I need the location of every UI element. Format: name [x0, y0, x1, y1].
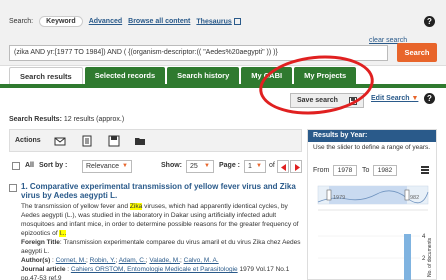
search-modes: Search: Keyword Advanced Browse all cont… — [9, 16, 241, 27]
results-summary-label: Search Results: — [9, 116, 62, 123]
results-toolbar: Save search Edit Search ▼ ? — [0, 88, 446, 112]
tab-search-history[interactable]: Search history — [167, 67, 240, 84]
page-label: Page : — [219, 162, 241, 169]
foreign-title-label: Foreign Title — [21, 239, 60, 246]
chevron-down-icon: ▼ — [256, 163, 262, 169]
tab-search-results[interactable]: Search results — [9, 67, 83, 84]
advanced-mode-link[interactable]: Advanced — [89, 18, 122, 25]
sort-label: Sort by : — [39, 162, 68, 169]
show-value: 25 — [190, 163, 198, 170]
actions-bar: Actions — [9, 129, 302, 152]
chevron-down-icon: ▼ — [411, 95, 419, 102]
slider-handle-right[interactable] — [404, 189, 410, 201]
abstract-text: The transmission of yellow fever and — [21, 203, 130, 210]
chevron-down-icon: ▼ — [204, 163, 210, 169]
search-label: Search: — [9, 18, 34, 25]
select-all-label: All — [25, 162, 34, 169]
to-label: To — [362, 167, 370, 174]
thesaurus-link[interactable]: Thesaurus — [196, 17, 241, 26]
year-panel-title: Results by Year: — [308, 130, 436, 142]
sort-value: Relevance — [86, 163, 120, 170]
result-checkbox[interactable] — [9, 184, 17, 192]
results-summary: Search Results: 12 results (approx.) — [9, 116, 124, 123]
next-page-button[interactable] — [290, 160, 302, 173]
folder-icon[interactable] — [134, 135, 146, 147]
y-tick-2: 2 — [422, 256, 426, 262]
y-axis-label: No. of documents — [427, 237, 433, 277]
browse-all-link[interactable]: Browse all content — [128, 18, 190, 25]
chevron-down-icon: ▼ — [122, 163, 128, 169]
help-icon[interactable]: ? — [424, 16, 435, 27]
actions-label: Actions — [15, 137, 41, 144]
sort-bar: All Sort by : Relevance ▼ Show: 25 ▼ Pag… — [9, 155, 302, 179]
help-icon-toolbar[interactable]: ? — [424, 93, 435, 104]
foreign-title-value: : Transmission experimentale comparee du… — [21, 239, 301, 255]
journal-link[interactable]: Cahiers ORSTOM, Entomologie Medicale et … — [71, 266, 238, 273]
tab-selected-records[interactable]: Selected records — [84, 67, 166, 84]
menu-icon[interactable] — [421, 166, 429, 174]
to-year-input[interactable]: 1982 — [373, 165, 397, 176]
search-button[interactable]: Search — [397, 43, 437, 62]
keyword-mode-button[interactable]: Keyword — [39, 16, 83, 27]
results-count: 12 results (approx.) — [63, 116, 125, 123]
year-range-row: From 1978 To 1982 — [313, 164, 433, 178]
slider-end-label: 982 — [410, 195, 419, 201]
slider-start-label: 1979 — [333, 195, 345, 201]
chevron-left-icon — [281, 164, 286, 171]
print-icon[interactable] — [81, 135, 93, 147]
search-panel: Search: Keyword Advanced Browse all cont… — [0, 0, 446, 66]
prev-page-button[interactable] — [277, 160, 289, 173]
year-bar — [404, 234, 411, 280]
result-abstract: The transmission of yellow fever and Zik… — [21, 202, 303, 238]
author-link[interactable]: Adam, C. — [119, 257, 146, 264]
journal-line: Journal article : Cahiers ORSTOM, Entomo… — [21, 266, 290, 280]
from-year-input[interactable]: 1978 — [333, 165, 357, 176]
email-icon[interactable] — [54, 135, 66, 147]
chevron-right-icon — [295, 164, 300, 171]
author-link[interactable]: Robin, Y. — [90, 257, 116, 264]
save-icon[interactable] — [108, 135, 120, 147]
sort-select[interactable]: Relevance ▼ — [82, 160, 132, 173]
edit-search-label: Edit Search — [371, 95, 410, 102]
author-link[interactable]: Cornet, M. — [56, 257, 86, 264]
select-all-checkbox[interactable] — [12, 162, 20, 170]
authors-line: Author(s) : Cornet, M.; Robin, Y.; Adam,… — [21, 257, 219, 264]
from-label: From — [313, 167, 330, 174]
slider-handle-left[interactable] — [326, 189, 332, 201]
external-link-icon — [233, 17, 241, 25]
show-select[interactable]: 25 ▼ — [186, 160, 214, 173]
authors-label: Author(s) — [21, 257, 51, 264]
results-by-year-panel: Results by Year: Use the slider to defin… — [307, 129, 437, 280]
year-panel-help: Use the slider to define a range of year… — [313, 144, 431, 151]
thesaurus-label: Thesaurus — [196, 18, 232, 26]
author-link[interactable]: Calvo, M. A. — [184, 257, 219, 264]
author-link[interactable]: Valade, M. — [149, 257, 180, 264]
abstract-tail: l... — [59, 230, 67, 237]
edit-search-link[interactable]: Edit Search ▼ — [371, 95, 418, 102]
highlight-term: Zika — [129, 203, 143, 210]
result-title-link[interactable]: 1. Comparative experimental transmission… — [21, 182, 301, 200]
show-label: Show: — [161, 162, 182, 169]
page-select[interactable]: 1 ▼ — [244, 160, 266, 173]
y-tick-4: 4 — [422, 234, 426, 240]
journal-label: Journal article — [21, 266, 66, 273]
foreign-title: Foreign Title: Transmission experimental… — [21, 238, 303, 256]
year-slider-chart: 1979 982 4 2 No. of documents — [317, 185, 433, 280]
page-value: 1 — [248, 163, 252, 170]
